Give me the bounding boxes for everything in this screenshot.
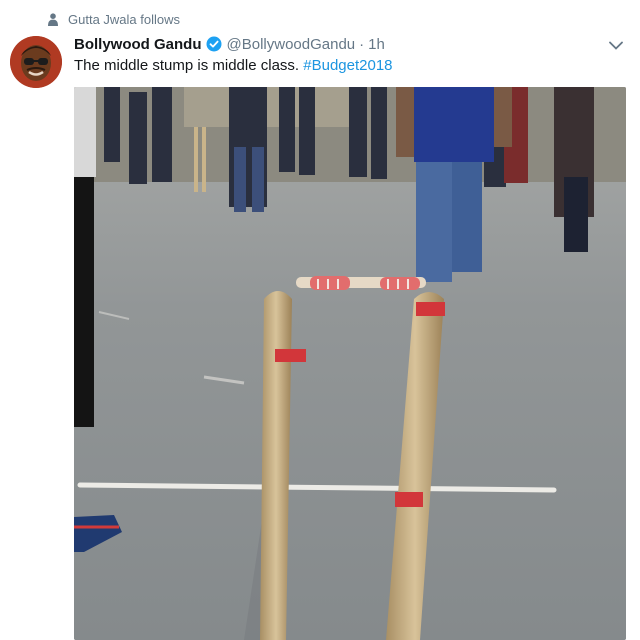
hashtag-link[interactable]: #Budget2018	[303, 57, 392, 74]
tweet-text: The middle stump is middle class. #Budge…	[74, 55, 393, 77]
avatar[interactable]	[10, 36, 62, 88]
social-context-text[interactable]: Gutta Jwala follows	[68, 12, 180, 27]
avatar-illustration	[10, 36, 62, 88]
tweet-photo[interactable]	[74, 87, 626, 640]
tweet-card[interactable]: Gutta Jwala follows Bollywood Gandu @Bol…	[0, 0, 640, 640]
more-options-button[interactable]	[606, 36, 626, 54]
user-handle[interactable]: @BollywoodGandu	[227, 36, 356, 53]
display-name[interactable]: Bollywood Gandu	[74, 36, 202, 53]
verified-badge-icon	[206, 36, 221, 52]
cricket-stumps-photo	[74, 87, 626, 640]
chevron-down-icon	[609, 41, 623, 50]
tweet-body-text: The middle stump is middle class.	[74, 57, 304, 74]
social-context: Gutta Jwala follows	[48, 10, 180, 28]
person-icon	[48, 12, 58, 26]
separator-dot: ·	[359, 35, 365, 53]
tweet-header: Bollywood Gandu @BollywoodGandu · 1h	[74, 34, 385, 54]
timestamp[interactable]: 1h	[368, 36, 385, 53]
